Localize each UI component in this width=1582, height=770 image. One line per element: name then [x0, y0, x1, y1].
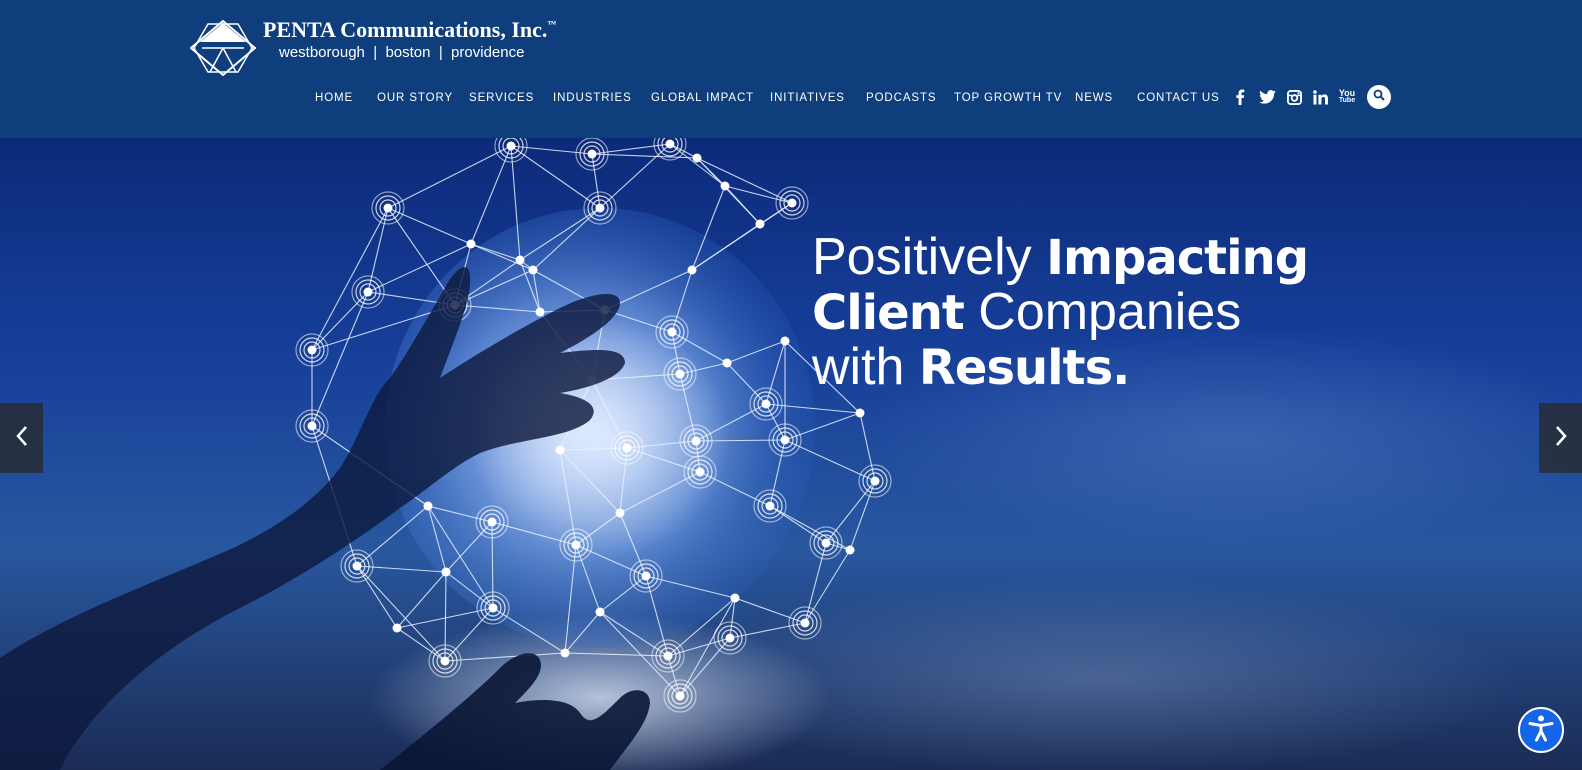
network-node: [692, 153, 702, 163]
network-node: [351, 275, 385, 309]
network-node: [858, 464, 892, 498]
linkedin-icon[interactable]: [1311, 88, 1329, 106]
network-node: [423, 501, 433, 511]
network-node: [780, 336, 790, 346]
youtube-icon[interactable]: You Tube: [1338, 88, 1356, 106]
network-node: [775, 186, 809, 220]
slider-prev-button[interactable]: [0, 403, 43, 473]
headline-line2-bold: Client: [812, 285, 965, 341]
trademark-mark: ™: [547, 19, 557, 29]
network-node: [855, 408, 865, 418]
youtube-text-top: You: [1338, 88, 1356, 98]
company-name-text: PENTA Communications, Inc.: [263, 17, 548, 42]
nav-home[interactable]: HOME: [315, 89, 353, 107]
network-node: [663, 679, 697, 713]
headline-line2-light: Companies: [963, 283, 1242, 341]
twitter-icon[interactable]: [1258, 88, 1276, 106]
network-node: [466, 239, 476, 249]
network-node: [755, 219, 765, 229]
search-icon: [1373, 88, 1385, 106]
chevron-left-icon: [15, 425, 29, 452]
network-node: [615, 508, 625, 518]
network-node: [730, 593, 740, 603]
network-node: [340, 549, 374, 583]
accessibility-icon: [1526, 713, 1556, 748]
accessibility-button[interactable]: [1518, 707, 1564, 753]
network-node: [555, 445, 565, 455]
network-node: [687, 265, 697, 275]
locations-tagline: westborough | boston | providence: [279, 44, 525, 61]
network-node: [528, 265, 538, 275]
network-node: [392, 623, 402, 633]
network-node: [371, 191, 405, 225]
network-node: [535, 307, 545, 317]
site-header: PENTA Communications, Inc.™ westborough …: [0, 0, 1582, 138]
headline-line3-light: with: [812, 338, 919, 396]
nav-our-story[interactable]: OUR STORY: [377, 89, 453, 107]
nav-podcasts[interactable]: PODCASTS: [866, 89, 936, 107]
network-node: [788, 606, 822, 640]
nav-industries[interactable]: INDUSTRIES: [553, 89, 632, 107]
network-node: [441, 567, 451, 577]
network-node: [515, 255, 525, 265]
network-node: [713, 621, 747, 655]
headline-line3-bold: Results.: [918, 340, 1130, 396]
network-node: [595, 607, 605, 617]
headline-line1-bold: Impacting: [1046, 230, 1309, 286]
network-node: [845, 545, 855, 555]
nav-contact-us[interactable]: CONTACT US: [1137, 89, 1220, 107]
hero-slider: Positively Impacting Client Companies wi…: [0, 138, 1582, 770]
network-node: [720, 181, 730, 191]
slider-next-button[interactable]: [1539, 403, 1582, 473]
hero-headline: Positively Impacting Client Companies wi…: [812, 228, 1309, 396]
nav-news[interactable]: NEWS: [1075, 89, 1113, 107]
nav-initiatives[interactable]: INITIATIVES: [770, 89, 845, 107]
network-globe-graphic: [0, 138, 892, 770]
headline-line1-light: Positively: [812, 228, 1047, 286]
network-node: [722, 358, 732, 368]
instagram-icon[interactable]: [1285, 88, 1303, 106]
youtube-text-bottom: Tube: [1338, 97, 1356, 104]
pc-logo-icon[interactable]: [189, 19, 257, 77]
network-node: [560, 648, 570, 658]
nav-global-impact[interactable]: GLOBAL IMPACT: [651, 89, 754, 107]
nav-services[interactable]: SERVICES: [469, 89, 534, 107]
company-name[interactable]: PENTA Communications, Inc.™: [263, 17, 556, 43]
chevron-right-icon: [1554, 425, 1568, 452]
search-button[interactable]: [1367, 85, 1391, 109]
network-node: [494, 138, 528, 163]
nav-top-growth-tv[interactable]: TOP GROWTH TV: [954, 89, 1062, 107]
facebook-icon[interactable]: [1231, 88, 1249, 106]
